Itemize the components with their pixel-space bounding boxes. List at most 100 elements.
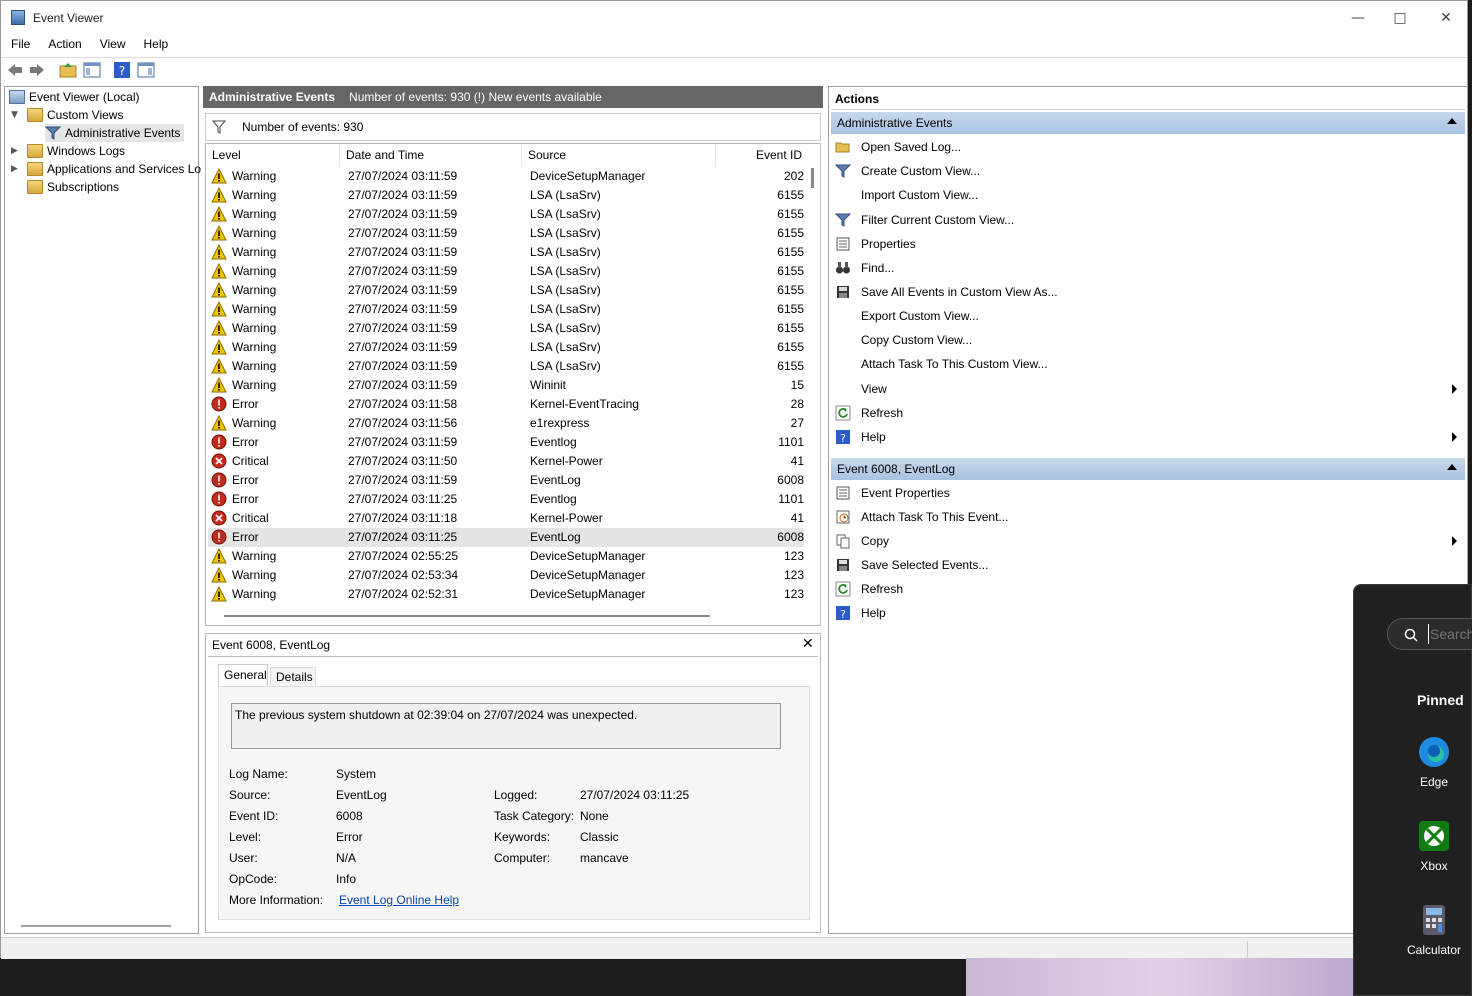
- row-date-time: 27/07/2024 03:11:59: [348, 226, 458, 240]
- collapse-icon[interactable]: [1447, 118, 1457, 124]
- pinned-app-edge[interactable]: Edge: [1404, 735, 1464, 789]
- action-label: Event Properties: [861, 486, 950, 500]
- folder-up-icon[interactable]: [59, 61, 77, 79]
- event-row[interactable]: Warning 27/07/2024 03:11:59 LSA (LsaSrv) 61…: [208, 224, 804, 243]
- back-arrow-icon[interactable]: [6, 61, 24, 79]
- action-copy[interactable]: Copy: [831, 529, 1465, 553]
- action-event-properties[interactable]: Event Properties: [831, 481, 1465, 505]
- row-event-id: 6155: [777, 245, 804, 259]
- action-copy-custom-view[interactable]: Copy Custom View...: [831, 328, 1465, 352]
- show-action-pane-icon[interactable]: [137, 61, 155, 79]
- row-source: LSA (LsaSrv): [530, 207, 601, 221]
- event-log-online-help-link[interactable]: Event Log Online Help: [339, 893, 459, 907]
- computer-value: mancave: [580, 851, 629, 865]
- pinned-app-xbox[interactable]: Xbox: [1404, 819, 1464, 873]
- action-properties[interactable]: Properties: [831, 232, 1465, 256]
- blank-icon-slot: [835, 332, 851, 348]
- tree-node-windows-logs[interactable]: Windows Logs: [27, 142, 125, 160]
- event-row[interactable]: Error 27/07/2024 03:11:59 Eventlog 1101: [208, 433, 804, 452]
- action-refresh[interactable]: Refresh: [831, 401, 1465, 425]
- action-save-selected-events[interactable]: Save Selected Events...: [831, 553, 1465, 577]
- event-row[interactable]: Critical 27/07/2024 03:11:18 Kernel-Power 4…: [208, 509, 804, 528]
- event-row[interactable]: Warning 27/07/2024 03:11:59 LSA (LsaSrv) 61…: [208, 300, 804, 319]
- vertical-scrollbar[interactable]: [811, 168, 814, 188]
- minimize-button[interactable]: —: [1343, 7, 1373, 29]
- chevron-right-icon[interactable]: ▶: [11, 146, 18, 156]
- event-row[interactable]: Warning 27/07/2024 03:11:56 e1rexpress 27: [208, 414, 804, 433]
- event-row[interactable]: Error 27/07/2024 03:11:25 EventLog 6008: [208, 528, 804, 547]
- close-icon[interactable]: ✕: [802, 636, 814, 652]
- chevron-right-icon[interactable]: ▶: [11, 164, 18, 174]
- action-export-custom-view[interactable]: Export Custom View...: [831, 304, 1465, 328]
- row-event-id: 6008: [777, 473, 804, 487]
- actions-section-event[interactable]: Event 6008, EventLog: [831, 458, 1465, 480]
- action-attach-task-to-this-custom-view[interactable]: Attach Task To This Custom View...: [831, 352, 1465, 376]
- collapse-icon[interactable]: [1447, 464, 1457, 470]
- column-source[interactable]: Source: [528, 144, 716, 166]
- event-row[interactable]: Warning 27/07/2024 03:11:59 LSA (LsaSrv) 61…: [208, 186, 804, 205]
- forward-arrow-icon[interactable]: [28, 61, 46, 79]
- event-row[interactable]: Warning 27/07/2024 03:11:59 LSA (LsaSrv) 61…: [208, 281, 804, 300]
- pinned-app-calculator[interactable]: Calculator: [1404, 903, 1464, 957]
- event-row[interactable]: Error 27/07/2024 03:11:59 EventLog 6008: [208, 471, 804, 490]
- event-row[interactable]: Warning 27/07/2024 02:55:25 DeviceSetupMan…: [208, 547, 804, 566]
- tab-details[interactable]: Details: [270, 667, 316, 687]
- action-find[interactable]: Find...: [831, 256, 1465, 280]
- event-row[interactable]: Warning 27/07/2024 03:11:59 LSA (LsaSrv) 61…: [208, 262, 804, 281]
- action-help[interactable]: ? Help: [831, 425, 1465, 449]
- event-row[interactable]: Warning 27/07/2024 03:11:59 LSA (LsaSrv) 61…: [208, 243, 804, 262]
- action-create-custom-view[interactable]: Create Custom View...: [831, 159, 1465, 183]
- event-row[interactable]: Critical 27/07/2024 03:11:50 Kernel-Power 4…: [208, 452, 804, 471]
- search-input[interactable]: [1428, 624, 1472, 644]
- row-level: Warning: [232, 568, 277, 582]
- error-icon: [211, 396, 227, 412]
- row-event-id: 202: [783, 169, 804, 183]
- horizontal-scrollbar[interactable]: [224, 615, 710, 617]
- menu-help[interactable]: Help: [144, 34, 169, 56]
- event-row[interactable]: Warning 27/07/2024 03:11:59 LSA (LsaSrv) 61…: [208, 357, 804, 376]
- event-row[interactable]: Warning 27/07/2024 02:52:31 DeviceSetupMan…: [208, 585, 804, 604]
- action-filter-current-custom-view[interactable]: Filter Current Custom View...: [831, 208, 1465, 232]
- action-open-saved-log[interactable]: Open Saved Log...: [831, 135, 1465, 159]
- opcode-label: OpCode:: [229, 872, 278, 886]
- start-search-box[interactable]: [1387, 618, 1472, 650]
- action-attach-task-to-this-event[interactable]: Attach Task To This Event...: [831, 505, 1465, 529]
- blank-icon-slot: [835, 381, 851, 397]
- event-detail-pane: Event 6008, EventLog ✕ General Details T…: [205, 633, 821, 933]
- tree-node-root[interactable]: Event Viewer (Local): [9, 88, 140, 106]
- close-button[interactable]: ✕: [1431, 7, 1461, 29]
- menu-file[interactable]: File: [11, 34, 30, 56]
- chevron-down-icon[interactable]: ▼: [11, 110, 18, 120]
- event-row[interactable]: Warning 27/07/2024 03:11:59 LSA (LsaSrv) 61…: [208, 205, 804, 224]
- tree-node-subscriptions[interactable]: Subscriptions: [27, 178, 119, 196]
- tab-general[interactable]: General: [218, 664, 268, 686]
- menu-action[interactable]: Action: [48, 34, 81, 56]
- event-row[interactable]: Warning 27/07/2024 02:53:34 DeviceSetupMan…: [208, 566, 804, 585]
- event-row[interactable]: Error 27/07/2024 03:11:58 Kernel-EventTrac…: [208, 395, 804, 414]
- tree-node-applications-services[interactable]: Applications and Services Lo: [27, 160, 201, 178]
- event-row[interactable]: Warning 27/07/2024 03:11:59 DeviceSetupMan…: [208, 167, 804, 186]
- column-event-id[interactable]: Event ID: [722, 144, 802, 166]
- column-date-time[interactable]: Date and Time: [346, 144, 522, 166]
- menu-view[interactable]: View: [100, 34, 126, 56]
- help-icon[interactable]: ?: [113, 61, 131, 79]
- event-row[interactable]: Warning 27/07/2024 03:11:59 LSA (LsaSrv) 61…: [208, 338, 804, 357]
- row-date-time: 27/07/2024 03:11:59: [348, 359, 458, 373]
- event-row[interactable]: Error 27/07/2024 03:11:25 Eventlog 1101: [208, 490, 804, 509]
- row-date-time: 27/07/2024 03:11:59: [348, 207, 458, 221]
- action-view[interactable]: View: [831, 377, 1465, 401]
- row-event-id: 123: [783, 568, 804, 582]
- show-hide-tree-icon[interactable]: [83, 61, 101, 79]
- horizontal-scrollbar[interactable]: [21, 925, 171, 927]
- action-save-all-events-in-custom-view-as[interactable]: Save All Events in Custom View As...: [831, 280, 1465, 304]
- column-level[interactable]: Level: [212, 144, 340, 166]
- maximize-button[interactable]: □: [1385, 7, 1415, 29]
- event-row[interactable]: Warning 27/07/2024 03:11:59 LSA (LsaSrv) 61…: [208, 319, 804, 338]
- action-import-custom-view[interactable]: Import Custom View...: [831, 183, 1465, 207]
- row-date-time: 27/07/2024 03:11:59: [348, 302, 458, 316]
- tree-node-custom-views[interactable]: Custom Views: [27, 106, 123, 124]
- event-row[interactable]: Warning 27/07/2024 03:11:59 Wininit 15: [208, 376, 804, 395]
- user-value: N/A: [336, 851, 357, 865]
- actions-section-administrative-events[interactable]: Administrative Events: [831, 112, 1465, 134]
- tree-node-administrative-events[interactable]: Administrative Events: [45, 124, 185, 142]
